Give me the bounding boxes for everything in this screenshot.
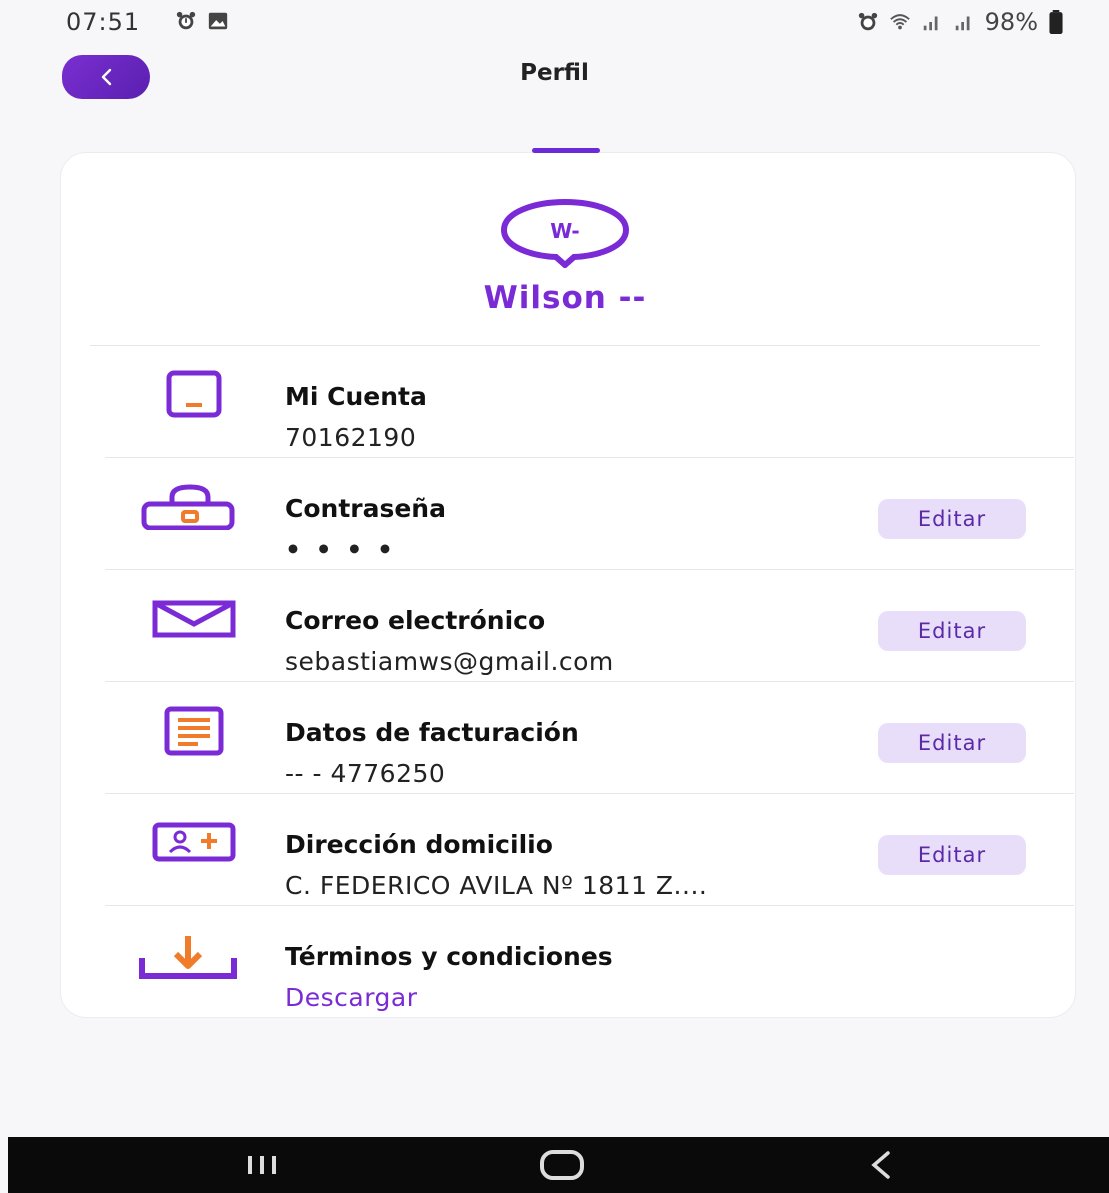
- recent-apps-icon: [248, 1156, 276, 1174]
- alarm-icon: [176, 11, 196, 30]
- download-icon: [139, 936, 237, 979]
- battery-percent: 98%: [984, 8, 1038, 36]
- wifi-icon: [889, 14, 910, 30]
- status-time: 07:51: [66, 8, 141, 36]
- row-title: Mi Cuenta: [285, 382, 427, 411]
- row-direccion: Dirección domicilio C. FEDERICO AVILA Nº…: [100, 808, 1074, 918]
- row-facturacion: Datos de facturación -- - 4776250 Editar: [100, 696, 1074, 806]
- avatar-initials: W-: [550, 219, 579, 243]
- alarm-icon: [858, 12, 877, 31]
- gallery-icon: [208, 12, 228, 30]
- email-value: sebastiamws@gmail.com: [285, 647, 614, 676]
- row-title: Contraseña: [285, 494, 446, 523]
- invoice-icon: [164, 706, 224, 756]
- row-correo: Correo electrónico sebastiamws@gmail.com…: [100, 584, 1074, 694]
- row-title: Términos y condiciones: [285, 942, 613, 971]
- mail-icon: [152, 600, 236, 638]
- divider: [105, 681, 1074, 682]
- password-value: • • • •: [285, 535, 397, 564]
- drag-handle[interactable]: [532, 148, 600, 153]
- signal-icon: [923, 16, 938, 31]
- divider: [105, 457, 1074, 458]
- divider: [105, 569, 1074, 570]
- signal-icon: [955, 16, 970, 31]
- row-title: Correo electrónico: [285, 606, 546, 635]
- row-terminos: Términos y condiciones Descargar: [100, 920, 1074, 1030]
- divider: [90, 345, 1040, 346]
- user-name: Wilson --: [483, 280, 647, 316]
- home-button[interactable]: [532, 1147, 592, 1183]
- divider: [105, 905, 1074, 906]
- navigation-bar: [8, 1137, 1109, 1193]
- row-contrasena: Contraseña • • • • Editar: [100, 472, 1074, 582]
- battery-icon: [1049, 10, 1063, 34]
- row-title: Dirección domicilio: [285, 830, 553, 859]
- back-icon: [871, 1151, 890, 1179]
- recent-apps-button[interactable]: [232, 1147, 292, 1183]
- phone-icon: [166, 370, 222, 418]
- status-bar: 07:51 98%: [0, 0, 1109, 46]
- lock-icon: [141, 484, 235, 530]
- row-mi-cuenta[interactable]: Mi Cuenta 70162190: [100, 360, 1074, 470]
- edit-billing-button[interactable]: Editar: [878, 723, 1026, 763]
- edit-password-button[interactable]: Editar: [878, 499, 1026, 539]
- divider: [105, 793, 1074, 794]
- address-card-icon: [152, 822, 236, 862]
- home-icon: [540, 1150, 584, 1180]
- row-title: Datos de facturación: [285, 718, 579, 747]
- billing-value: -- - 4776250: [285, 759, 446, 788]
- page-title: Perfil: [520, 60, 589, 86]
- address-value: C. FEDERICO AVILA Nº 1811 Z....: [285, 871, 708, 900]
- avatar: W-: [500, 198, 630, 268]
- edit-email-button[interactable]: Editar: [878, 611, 1026, 651]
- account-number: 70162190: [285, 423, 417, 452]
- edit-address-button[interactable]: Editar: [878, 835, 1026, 875]
- download-terms-link[interactable]: Descargar: [285, 983, 418, 1012]
- nav-back-button[interactable]: [850, 1147, 910, 1183]
